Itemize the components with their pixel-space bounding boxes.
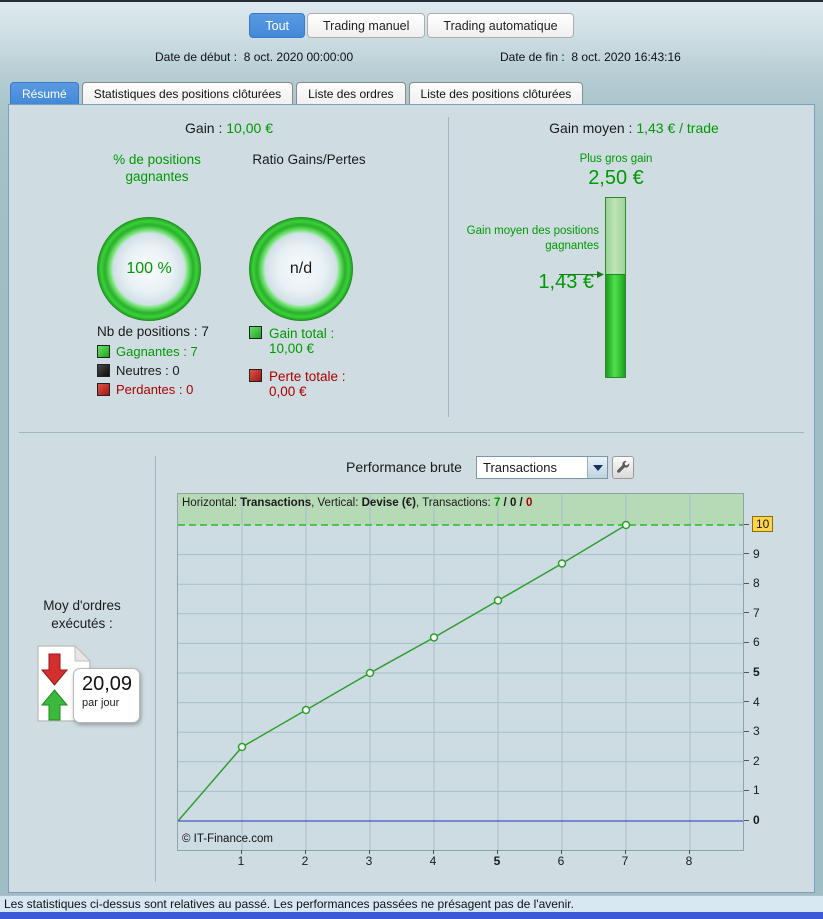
disclaimer-text: Les statistiques ci-dessus sont relative…	[4, 897, 574, 911]
disclaimer-bar: Les statistiques ci-dessus sont relative…	[0, 895, 823, 912]
x-axis-tick-3: 3	[357, 850, 381, 868]
x-axis-tick-8: 8	[677, 850, 701, 868]
y-axis-tick-4: 4	[744, 694, 761, 710]
y-axis-tick-9: 9	[744, 546, 761, 562]
x-axis-tick-4: 4	[421, 850, 445, 868]
green-square-icon	[249, 326, 262, 339]
perte-totale-label: Perte totale :	[269, 369, 346, 384]
legend-gagnantes: Gagnantes : 7	[116, 344, 198, 359]
y-axis-tick-2: 2	[744, 753, 761, 769]
gain-moyen-bar-fill	[606, 274, 625, 377]
y-axis-tick-8: 8	[744, 575, 761, 591]
wrench-icon	[616, 460, 629, 473]
orders-value: 20,09	[82, 673, 133, 695]
gain-moyen-bar-remainder	[606, 198, 625, 275]
chart-settings-button[interactable]	[612, 456, 634, 479]
vertical-divider	[155, 456, 156, 882]
gain-title: Gain : 10,00 €	[9, 120, 449, 136]
date-end: Date de fin : 8 oct. 2020 16:43:16	[500, 50, 681, 64]
chart-copyright: © IT-Finance.com	[182, 833, 273, 845]
window-top-edge	[0, 0, 823, 2]
dropdown-selected-value: Transactions	[483, 460, 557, 475]
y-axis-tick-5: 5	[744, 664, 761, 680]
red-square-icon	[97, 383, 110, 396]
pct-gagnantes-title: % de positions gagnantes	[113, 152, 201, 184]
pct-gagnantes-donut: 100 %	[97, 217, 201, 321]
trading-statistics-window: Tout Trading manuel Trading automatique …	[0, 0, 823, 919]
filter-button-trading-manuel[interactable]: Trading manuel	[307, 13, 426, 38]
y-axis-tick-0: 0	[744, 812, 761, 828]
filter-button-trading-automatique[interactable]: Trading automatique	[427, 13, 574, 38]
tab-liste-des-ordres[interactable]: Liste des ordres	[296, 82, 406, 104]
gain-value: 10,00 €	[226, 120, 273, 136]
orders-unit: par jour	[82, 697, 120, 709]
chart-y-axis: 0 1 2 3 4 5 6 7 8 9 10	[744, 493, 786, 857]
ratio-value: n/d	[289, 260, 313, 277]
orders-title: Moy d'ordres exécutés :	[43, 598, 121, 631]
gain-moyen-gagnantes-label: Gain moyen des positions gagnantes	[466, 225, 599, 252]
nb-positions: Nb de positions : 7	[97, 324, 209, 339]
date-start-value: 8 oct. 2020 00:00:00	[243, 50, 354, 64]
gain-moyen-bar	[605, 197, 626, 378]
chart-mode-dropdown[interactable]: Transactions	[476, 456, 608, 479]
chart-plot-area	[177, 494, 743, 850]
perte-totale-block: Perte totale : 0,00 €	[249, 369, 346, 399]
legend-perdantes: Perdantes : 0	[116, 382, 194, 397]
ratio-donut: n/d	[249, 217, 353, 321]
date-start: Date de début : 8 oct. 2020 00:00:00	[155, 50, 353, 64]
x-axis-tick-7: 7	[613, 850, 637, 868]
chart-info-line: Horizontal: Transactions, Vertical: Devi…	[182, 497, 533, 509]
date-end-value: 8 oct. 2020 16:43:16	[571, 50, 681, 64]
green-square-icon	[97, 345, 110, 358]
y-axis-tick-10: 10	[744, 516, 774, 532]
gain-label: Gain :	[185, 120, 223, 136]
ratio-gains-pertes-title: Ratio Gains/Pertes	[252, 152, 366, 167]
date-end-label: Date de fin :	[500, 50, 565, 64]
y-axis-tick-1: 1	[744, 782, 761, 798]
tab-statistiques-positions-cloturees[interactable]: Statistiques des positions clôturées	[81, 82, 294, 104]
y-axis-tick-3: 3	[744, 723, 761, 739]
legend-row-perdantes: Perdantes : 0	[97, 382, 193, 397]
x-axis-tick-1: 1	[229, 850, 253, 868]
legend-row-gagnantes: Gagnantes : 7	[97, 344, 198, 359]
x-axis-tick-5: 5	[485, 850, 509, 868]
pct-gagnantes-value: 100 %	[126, 260, 172, 277]
vertical-divider	[448, 117, 449, 417]
dropdown-arrow-button[interactable]	[587, 457, 607, 478]
legend-neutres: Neutres : 0	[116, 363, 180, 378]
arrow-pointer-icon	[559, 271, 604, 278]
y-axis-tick-7: 7	[744, 605, 761, 621]
gain-moyen-title: Gain moyen : 1,43 € / trade	[459, 120, 809, 136]
performance-line-chart: Horizontal: Transactions, Vertical: Devi…	[177, 493, 744, 851]
trading-filter-button-group: Tout Trading manuel Trading automatique	[0, 13, 823, 38]
chart-x-axis: 1 2 3 4 5 6 7 8	[177, 850, 742, 869]
x-axis-tick-2: 2	[293, 850, 317, 868]
plus-gros-gain-label: Plus gros gain	[579, 153, 653, 165]
filter-button-tout[interactable]: Tout	[249, 13, 306, 38]
gain-moyen-value: 1,43 € / trade	[636, 120, 719, 136]
window-bottom-bar	[0, 912, 823, 919]
chevron-down-icon	[592, 464, 603, 471]
gain-moyen-label: Gain moyen :	[549, 120, 633, 136]
nb-positions-value: 7	[201, 324, 209, 339]
perte-totale-value: 0,00 €	[269, 384, 307, 399]
black-square-icon	[97, 364, 110, 377]
resume-panel: Gain : 10,00 € % de positions gagnantes …	[8, 104, 815, 893]
tab-resume[interactable]: Résumé	[10, 82, 79, 104]
tab-liste-positions-cloturees[interactable]: Liste des positions clôturées	[408, 82, 584, 104]
gain-total-value: 10,00 €	[269, 341, 315, 356]
plus-gros-gain-value: 2,50 €	[588, 167, 644, 189]
orders-per-day-box: 20,09 par jour	[73, 668, 140, 723]
statistics-tab-bar: Résumé Statistiques des positions clôtur…	[10, 79, 823, 104]
red-square-icon	[249, 369, 262, 382]
performance-brute-label: Performance brute	[346, 459, 462, 475]
gain-total-block: Gain total : 10,00 €	[249, 326, 334, 356]
horizontal-divider	[19, 432, 804, 433]
date-start-label: Date de début :	[155, 50, 238, 64]
x-axis-tick-6: 6	[549, 850, 573, 868]
y-axis-tick-6: 6	[744, 634, 761, 650]
legend-row-neutres: Neutres : 0	[97, 363, 180, 378]
nb-positions-label: Nb de positions :	[97, 324, 198, 339]
gain-total-label: Gain total :	[269, 326, 335, 341]
